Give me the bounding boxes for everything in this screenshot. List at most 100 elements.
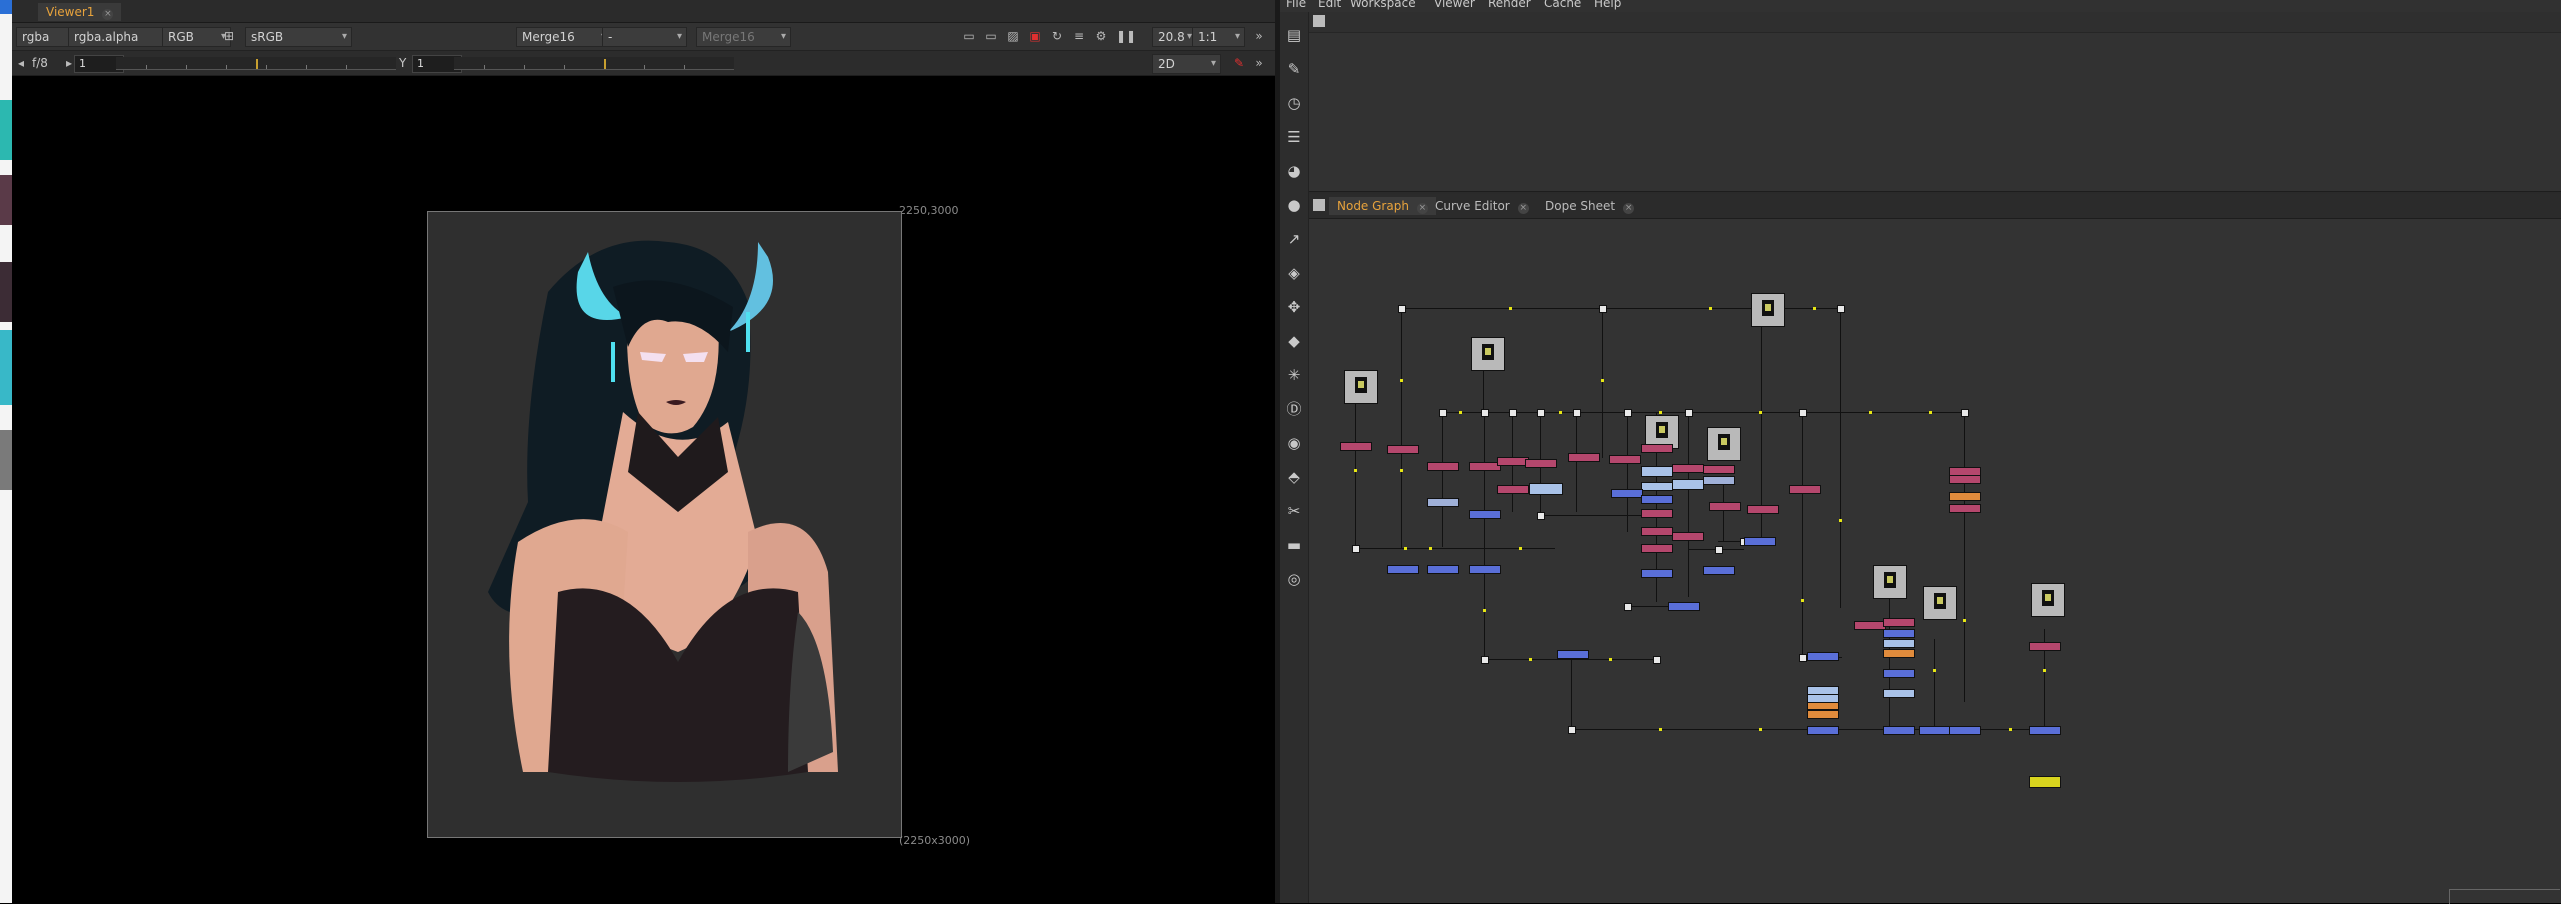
menu-file[interactable]: File (1286, 0, 1306, 10)
cube-icon[interactable]: ◆ (1285, 332, 1303, 350)
node-graph-canvas[interactable] (1309, 219, 2561, 904)
panel-chevron-icon[interactable]: » (1252, 56, 1266, 70)
navigator-widget[interactable] (2449, 889, 2560, 904)
read-node[interactable] (1344, 370, 1378, 404)
node-dot[interactable] (1624, 409, 1632, 417)
merge-node[interactable] (1611, 489, 1643, 498)
grade-node[interactable] (1883, 618, 1915, 627)
clip-warning-icon[interactable]: ▣ (1028, 29, 1042, 43)
properties-menu-icon[interactable] (1313, 15, 1325, 27)
palette-icon[interactable]: ◕ (1285, 162, 1303, 180)
merge-node[interactable] (1919, 726, 1951, 735)
merge-node[interactable] (1469, 510, 1501, 519)
close-icon[interactable]: × (1517, 203, 1529, 214)
grade-node[interactable] (1789, 485, 1821, 494)
node-dot[interactable] (1509, 409, 1517, 417)
node-dot[interactable] (1439, 409, 1447, 417)
merge-node[interactable] (1469, 565, 1501, 574)
menu-cache[interactable]: Cache (1544, 0, 1581, 10)
transform-node[interactable] (1883, 689, 1915, 698)
grade-node[interactable] (1641, 444, 1673, 453)
grade-node[interactable] (1609, 455, 1641, 464)
merge-node[interactable] (1883, 669, 1915, 678)
view-mode-dropdown[interactable]: 2D (1152, 54, 1221, 74)
node-dot[interactable] (1624, 603, 1632, 611)
menu-help[interactable]: Help (1594, 0, 1621, 10)
roi-icon[interactable]: ▭ (962, 29, 976, 43)
orange-node[interactable] (1949, 492, 1981, 501)
grade-node[interactable] (1949, 475, 1981, 484)
grade-node[interactable] (1568, 453, 1600, 462)
tag-icon[interactable]: ⬘ (1285, 468, 1303, 486)
ratio-dropdown[interactable]: 1:1 (1192, 27, 1245, 47)
layers-icon[interactable]: ☰ (1285, 128, 1303, 146)
safe-area-icon[interactable]: ▭ (984, 29, 998, 43)
read-node[interactable] (1707, 427, 1741, 461)
read-node[interactable] (1751, 293, 1785, 327)
proxy-icon[interactable]: ⊞ (222, 29, 236, 43)
input-a-dropdown[interactable]: Merge16 (516, 27, 611, 47)
input-b-dropdown[interactable]: Merge16 (696, 27, 791, 47)
node-dot[interactable] (1961, 409, 1969, 417)
node-dot[interactable] (1537, 512, 1545, 520)
close-icon[interactable]: × (1623, 203, 1635, 214)
merge-node[interactable] (1641, 495, 1673, 504)
node-dot[interactable] (1568, 726, 1576, 734)
gain-slider[interactable] (116, 57, 396, 70)
eye-icon[interactable]: ◉ (1285, 434, 1303, 452)
color-mode-dropdown[interactable]: RGB (162, 27, 231, 47)
image-tool-icon[interactable]: ▤ (1285, 26, 1303, 44)
node-dot[interactable] (1573, 409, 1581, 417)
other-icon[interactable]: ▬ (1285, 536, 1303, 554)
menu-render[interactable]: Render (1488, 0, 1531, 10)
gain-slider-knob[interactable] (256, 59, 258, 69)
tab-dope-sheet[interactable]: Dope Sheet × (1537, 197, 1642, 215)
transform-node[interactable] (1672, 479, 1704, 490)
transform-node[interactable] (1883, 639, 1915, 648)
grade-node[interactable] (1747, 505, 1779, 514)
merge-node[interactable] (1744, 537, 1776, 546)
grade-node[interactable] (2029, 642, 2061, 651)
write-node[interactable] (2029, 776, 2061, 788)
tab-node-graph[interactable]: Node Graph × (1329, 197, 1436, 215)
grade-node[interactable] (1709, 502, 1741, 511)
grade-node[interactable] (1525, 459, 1557, 468)
merge-node[interactable] (1703, 566, 1735, 575)
settings-icon[interactable]: ⚙ (1094, 29, 1108, 43)
stack-icon[interactable]: ◈ (1285, 264, 1303, 282)
merge-node[interactable] (2029, 726, 2061, 735)
channel-icon[interactable]: ↗ (1285, 230, 1303, 248)
pane-menu-icon[interactable] (1313, 199, 1325, 211)
grade-node[interactable] (1427, 462, 1459, 471)
read-node[interactable] (1873, 565, 1907, 599)
node-dot[interactable] (1481, 409, 1489, 417)
fstop-prev-icon[interactable]: ◂ (14, 56, 28, 70)
lut-dropdown[interactable]: sRGB (245, 27, 352, 47)
node-dot[interactable] (1481, 656, 1489, 664)
panel-chevron-icon[interactable]: » (1252, 29, 1266, 43)
transform-node[interactable] (1641, 482, 1673, 491)
refresh-icon[interactable]: ↻ (1050, 29, 1064, 43)
transform-node[interactable] (1529, 483, 1563, 495)
read-node[interactable] (2031, 583, 2065, 617)
menu-viewer[interactable]: Viewer (1434, 0, 1475, 10)
tab-viewer1[interactable]: Viewer1 × (38, 3, 122, 21)
paint-brush-icon[interactable]: ✎ (1232, 56, 1246, 70)
node-dot[interactable] (1398, 305, 1406, 313)
node-dot[interactable] (1685, 409, 1693, 417)
composite-op-dropdown[interactable]: - (602, 27, 687, 47)
transform-node[interactable] (1641, 466, 1673, 477)
merge-node[interactable] (1668, 602, 1700, 611)
node-dot[interactable] (1715, 546, 1723, 554)
merge-node[interactable] (1883, 726, 1915, 735)
transform-icon[interactable]: ✥ (1285, 298, 1303, 316)
transform-node[interactable] (1703, 476, 1735, 485)
merge-node[interactable] (1387, 565, 1419, 574)
grade-node[interactable] (1641, 509, 1673, 518)
grade-node[interactable] (1387, 445, 1419, 454)
zoom-dropdown[interactable]: 20.8 (1152, 27, 1197, 47)
transform-node[interactable] (1427, 498, 1459, 507)
toolset-icon[interactable]: ✂ (1285, 502, 1303, 520)
particles-icon[interactable]: ✳ (1285, 366, 1303, 384)
node-dot[interactable] (1537, 409, 1545, 417)
